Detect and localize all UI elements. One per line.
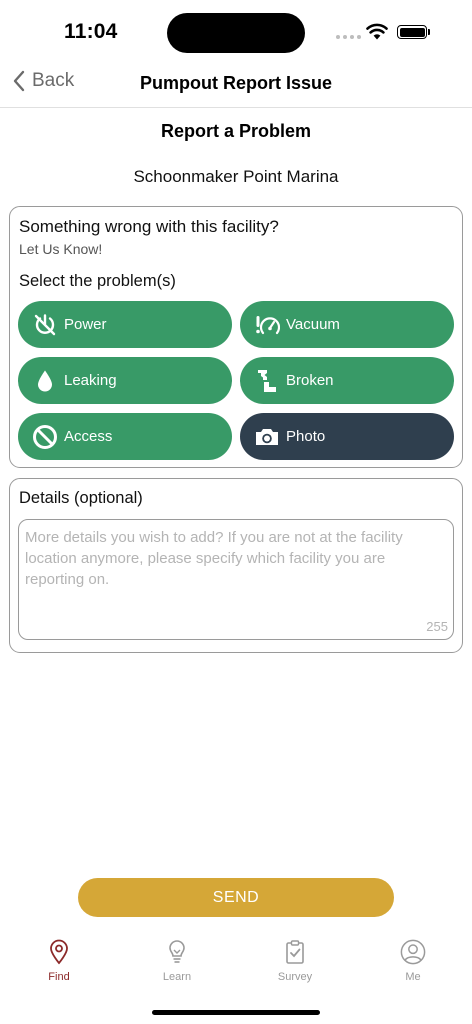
- status-time: 11:04: [64, 20, 118, 43]
- vacuum-option-button[interactable]: Vacuum: [240, 301, 454, 348]
- tab-me-label: Me: [405, 971, 421, 983]
- cellular-signal-icon: [336, 35, 361, 39]
- navigation-bar: Back Pumpout Report Issue: [0, 62, 472, 108]
- map-pin-icon: [50, 939, 68, 965]
- vacuum-gauge-icon: [254, 312, 280, 338]
- no-access-icon: [32, 424, 58, 450]
- user-circle-icon: [400, 939, 426, 965]
- clipboard-check-icon: [286, 940, 304, 964]
- tab-learn-label: Learn: [162, 971, 192, 983]
- details-input[interactable]: [18, 519, 454, 640]
- tab-find[interactable]: Find: [0, 939, 118, 983]
- card-subtitle: Let Us Know!: [19, 241, 103, 257]
- tab-learn[interactable]: Learn: [118, 939, 236, 983]
- leaking-option-label: Leaking: [64, 372, 117, 389]
- page-heading: Report a Problem: [160, 121, 312, 141]
- tab-me[interactable]: Me: [354, 939, 472, 983]
- power-option-button[interactable]: Power: [18, 301, 232, 348]
- leaking-option-button[interactable]: Leaking: [18, 357, 232, 404]
- lightbulb-icon: [169, 940, 185, 963]
- broken-option-label: Broken: [286, 372, 334, 389]
- details-card: Details (optional) 255: [9, 478, 463, 653]
- broken-pipe-icon: [254, 368, 280, 394]
- battery-icon: [397, 25, 430, 39]
- power-off-icon: [32, 312, 58, 338]
- vacuum-option-label: Vacuum: [286, 316, 340, 333]
- camera-icon: [254, 424, 280, 450]
- droplet-icon: [32, 368, 58, 394]
- send-button[interactable]: SEND: [78, 878, 394, 917]
- tab-bar: Find Learn Survey Me: [0, 935, 472, 995]
- problem-selection-card: Something wrong with this facility? Let …: [9, 206, 463, 468]
- facility-name: Schoonmaker Point Marina: [133, 167, 339, 186]
- select-problems-label: Select the problem(s): [19, 272, 176, 290]
- details-label: Details (optional): [19, 489, 143, 507]
- nav-title: Pumpout Report Issue: [139, 73, 332, 93]
- wifi-icon: [366, 23, 388, 40]
- tab-survey-label: Survey: [277, 971, 313, 983]
- tab-survey[interactable]: Survey: [236, 939, 354, 983]
- access-option-label: Access: [64, 428, 113, 445]
- photo-option-label: Photo: [286, 428, 326, 445]
- access-option-button[interactable]: Access: [18, 413, 232, 460]
- power-option-label: Power: [64, 316, 107, 333]
- photo-option-button[interactable]: Photo: [240, 413, 454, 460]
- card-question: Something wrong with this facility?: [19, 217, 279, 236]
- broken-option-button[interactable]: Broken: [240, 357, 454, 404]
- dynamic-island: [167, 13, 305, 53]
- character-count: 255: [426, 619, 448, 634]
- status-bar: 11:04: [0, 0, 472, 62]
- tab-find-label: Find: [48, 971, 70, 983]
- home-indicator: [152, 1010, 320, 1015]
